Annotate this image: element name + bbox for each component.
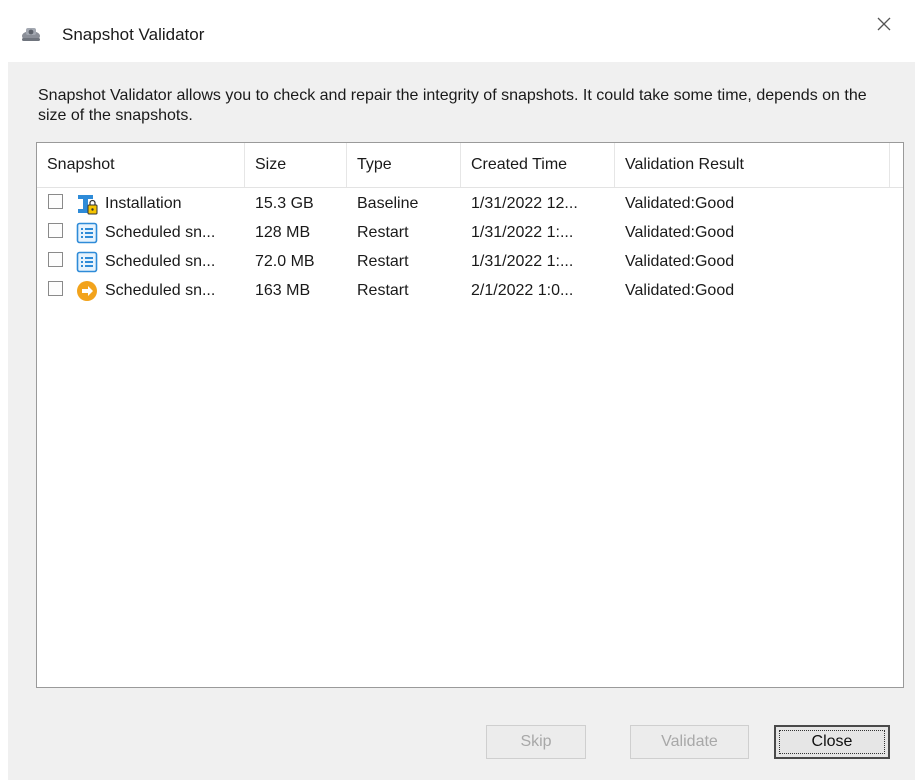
- skip-button-label: Skip: [520, 733, 552, 750]
- snapshot-type: Baseline: [357, 195, 419, 212]
- column-header-snapshot[interactable]: Snapshot: [37, 143, 245, 187]
- list-header: Snapshot Size Type Created Time Validati…: [37, 143, 903, 188]
- table-row[interactable]: Scheduled sn... 163 MB Restart 2/1/2022 …: [37, 276, 903, 305]
- close-button[interactable]: Close: [774, 725, 890, 759]
- dialog-body: Snapshot Validator allows you to check a…: [8, 62, 915, 780]
- snapshot-type: Restart: [357, 253, 409, 270]
- row-checkbox[interactable]: [48, 252, 63, 267]
- column-header-created-time[interactable]: Created Time: [461, 143, 615, 187]
- table-row[interactable]: Installation 15.3 GB Baseline 1/31/2022 …: [37, 189, 903, 218]
- table-row[interactable]: Scheduled sn... 72.0 MB Restart 1/31/202…: [37, 247, 903, 276]
- snapshot-created-time: 1/31/2022 12...: [471, 195, 578, 212]
- installation-lock-icon: [78, 195, 98, 215]
- snapshot-created-time: 1/31/2022 1:...: [471, 224, 574, 241]
- close-icon[interactable]: [874, 14, 894, 34]
- snapshot-validation-result: Validated:Good: [625, 224, 735, 241]
- snapshot-size: 163 MB: [255, 282, 311, 299]
- snapshot-validation-result: Validated:Good: [625, 195, 735, 212]
- scheduled-list-icon: [76, 222, 98, 244]
- window-title: Snapshot Validator: [62, 25, 205, 44]
- snapshot-created-time: 1/31/2022 1:...: [471, 253, 574, 270]
- snapshot-name: Scheduled sn...: [105, 224, 216, 241]
- snapshot-type: Restart: [357, 282, 409, 299]
- snapshot-validation-result: Validated:Good: [625, 253, 735, 270]
- snapshot-size: 15.3 GB: [255, 195, 314, 212]
- validate-button-label: Validate: [661, 733, 718, 750]
- table-row[interactable]: Scheduled sn... 128 MB Restart 1/31/2022…: [37, 218, 903, 247]
- snapshot-created-time: 2/1/2022 1:0...: [471, 282, 574, 299]
- snapshot-validation-result: Validated:Good: [625, 282, 735, 299]
- title-bar: Snapshot Validator: [0, 0, 915, 62]
- snapshot-size: 72.0 MB: [255, 253, 315, 270]
- row-checkbox[interactable]: [48, 281, 63, 296]
- snapshot-camera-icon: [22, 28, 40, 41]
- snapshot-name: Scheduled sn...: [105, 253, 216, 270]
- row-checkbox[interactable]: [48, 194, 63, 209]
- focus-rectangle: [779, 730, 885, 754]
- snapshot-size: 128 MB: [255, 224, 311, 241]
- validate-button[interactable]: Validate: [630, 725, 749, 759]
- snapshot-type: Restart: [357, 224, 409, 241]
- snapshot-list[interactable]: Snapshot Size Type Created Time Validati…: [36, 142, 904, 688]
- row-checkbox[interactable]: [48, 223, 63, 238]
- column-header-type[interactable]: Type: [347, 143, 461, 187]
- scheduled-list-icon: [76, 251, 98, 273]
- snapshot-name: Installation: [105, 195, 182, 212]
- snapshot-name: Scheduled sn...: [105, 282, 216, 299]
- description-text: Snapshot Validator allows you to check a…: [38, 87, 867, 124]
- restart-arrow-icon: [77, 281, 97, 301]
- column-header-size[interactable]: Size: [245, 143, 347, 187]
- column-header-validation-result[interactable]: Validation Result: [615, 143, 890, 187]
- skip-button[interactable]: Skip: [486, 725, 586, 759]
